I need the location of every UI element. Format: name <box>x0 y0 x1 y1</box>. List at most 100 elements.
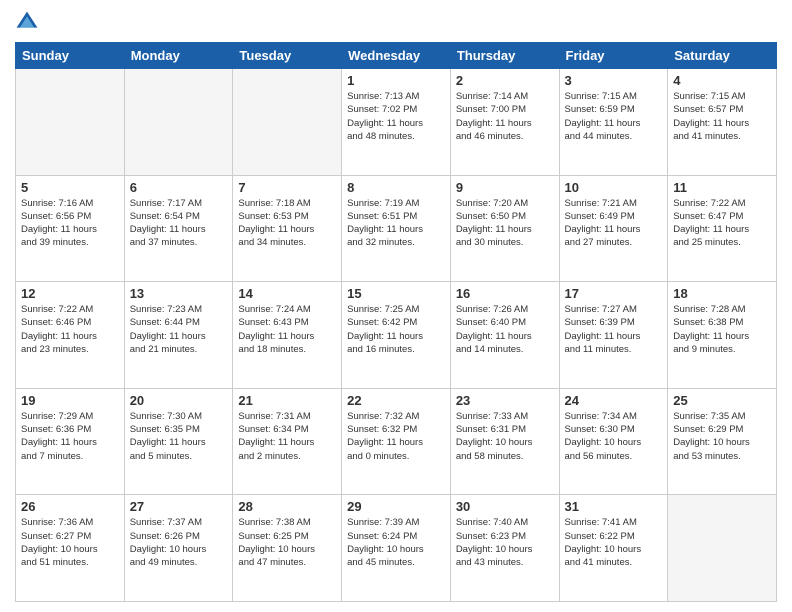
calendar-header-saturday: Saturday <box>668 43 777 69</box>
calendar-cell: 17 Sunrise: 7:27 AM Sunset: 6:39 PM Dayli… <box>559 282 668 389</box>
calendar-cell: 15Sunrise: 7:25 AM Sunset: 6:42 PM Dayli… <box>342 282 451 389</box>
day-number: 1 <box>347 73 445 88</box>
day-info: Sunrise: 7:26 AM Sunset: 6:40 PM Dayligh… <box>456 303 554 356</box>
page: SundayMondayTuesdayWednesdayThursdayFrid… <box>0 0 792 612</box>
week-row-1: 5 Sunrise: 7:16 AM Sunset: 6:56 PM Daylig… <box>16 175 777 282</box>
calendar-cell: 28 Sunrise: 7:38 AM Sunset: 6:25 PM Dayli… <box>233 495 342 602</box>
calendar-header-wednesday: Wednesday <box>342 43 451 69</box>
day-number: 25 <box>673 393 771 408</box>
calendar-cell: 13 Sunrise: 7:23 AM Sunset: 6:44 PM Dayli… <box>124 282 233 389</box>
day-info: Sunrise: 7:35 AM Sunset: 6:29 PM Dayligh… <box>673 410 771 463</box>
calendar-cell: 4 Sunrise: 7:15 AM Sunset: 6:57 PM Daylig… <box>668 69 777 176</box>
day-info: Sunrise: 7:15 AM Sunset: 6:59 PM Dayligh… <box>565 90 663 143</box>
day-number: 14 <box>238 286 336 301</box>
week-row-3: 19 Sunrise: 7:29 AM Sunset: 6:36 PM Dayli… <box>16 388 777 495</box>
calendar-cell: 19 Sunrise: 7:29 AM Sunset: 6:36 PM Dayli… <box>16 388 125 495</box>
day-number: 4 <box>673 73 771 88</box>
day-info: Sunrise: 7:33 AM Sunset: 6:31 PM Dayligh… <box>456 410 554 463</box>
calendar-header-monday: Monday <box>124 43 233 69</box>
logo <box>15 10 43 34</box>
day-info: Sunrise: 7:31 AM Sunset: 6:34 PM Dayligh… <box>238 410 336 463</box>
day-info: Sunrise: 7:38 AM Sunset: 6:25 PM Dayligh… <box>238 516 336 569</box>
calendar-cell: 22Sunrise: 7:32 AM Sunset: 6:32 PM Dayli… <box>342 388 451 495</box>
day-number: 8 <box>347 180 445 195</box>
day-info: Sunrise: 7:34 AM Sunset: 6:30 PM Dayligh… <box>565 410 663 463</box>
calendar-cell: 8 Sunrise: 7:19 AM Sunset: 6:51 PM Daylig… <box>342 175 451 282</box>
calendar-header-sunday: Sunday <box>16 43 125 69</box>
calendar-cell: 3 Sunrise: 7:15 AM Sunset: 6:59 PM Daylig… <box>559 69 668 176</box>
day-info: Sunrise: 7:21 AM Sunset: 6:49 PM Dayligh… <box>565 197 663 250</box>
day-number: 22 <box>347 393 445 408</box>
day-info: Sunrise: 7:37 AM Sunset: 6:26 PM Dayligh… <box>130 516 228 569</box>
day-info: Sunrise: 7:14 AM Sunset: 7:00 PM Dayligh… <box>456 90 554 143</box>
calendar-cell: 26Sunrise: 7:36 AM Sunset: 6:27 PM Dayli… <box>16 495 125 602</box>
calendar-cell: 24 Sunrise: 7:34 AM Sunset: 6:30 PM Dayli… <box>559 388 668 495</box>
day-number: 30 <box>456 499 554 514</box>
day-info: Sunrise: 7:22 AM Sunset: 6:47 PM Dayligh… <box>673 197 771 250</box>
day-number: 17 <box>565 286 663 301</box>
calendar-header-tuesday: Tuesday <box>233 43 342 69</box>
day-number: 18 <box>673 286 771 301</box>
day-info: Sunrise: 7:28 AM Sunset: 6:38 PM Dayligh… <box>673 303 771 356</box>
calendar-cell: 2Sunrise: 7:14 AM Sunset: 7:00 PM Daylig… <box>450 69 559 176</box>
calendar-cell: 10Sunrise: 7:21 AM Sunset: 6:49 PM Dayli… <box>559 175 668 282</box>
calendar-cell: 11Sunrise: 7:22 AM Sunset: 6:47 PM Dayli… <box>668 175 777 282</box>
day-info: Sunrise: 7:18 AM Sunset: 6:53 PM Dayligh… <box>238 197 336 250</box>
calendar-header-thursday: Thursday <box>450 43 559 69</box>
calendar-cell: 25 Sunrise: 7:35 AM Sunset: 6:29 PM Dayli… <box>668 388 777 495</box>
day-number: 23 <box>456 393 554 408</box>
day-info: Sunrise: 7:22 AM Sunset: 6:46 PM Dayligh… <box>21 303 119 356</box>
day-info: Sunrise: 7:30 AM Sunset: 6:35 PM Dayligh… <box>130 410 228 463</box>
calendar-cell <box>124 69 233 176</box>
day-number: 28 <box>238 499 336 514</box>
week-row-2: 12 Sunrise: 7:22 AM Sunset: 6:46 PM Dayli… <box>16 282 777 389</box>
calendar-table: SundayMondayTuesdayWednesdayThursdayFrid… <box>15 42 777 602</box>
calendar-cell: 29 Sunrise: 7:39 AM Sunset: 6:24 PM Dayli… <box>342 495 451 602</box>
day-number: 9 <box>456 180 554 195</box>
calendar-cell: 20Sunrise: 7:30 AM Sunset: 6:35 PM Dayli… <box>124 388 233 495</box>
day-info: Sunrise: 7:24 AM Sunset: 6:43 PM Dayligh… <box>238 303 336 356</box>
calendar-cell: 30Sunrise: 7:40 AM Sunset: 6:23 PM Dayli… <box>450 495 559 602</box>
calendar-cell: 14 Sunrise: 7:24 AM Sunset: 6:43 PM Dayli… <box>233 282 342 389</box>
calendar-cell: 1Sunrise: 7:13 AM Sunset: 7:02 PM Daylig… <box>342 69 451 176</box>
day-number: 19 <box>21 393 119 408</box>
calendar-cell <box>233 69 342 176</box>
day-info: Sunrise: 7:15 AM Sunset: 6:57 PM Dayligh… <box>673 90 771 143</box>
calendar-cell <box>16 69 125 176</box>
day-number: 5 <box>21 180 119 195</box>
day-info: Sunrise: 7:16 AM Sunset: 6:56 PM Dayligh… <box>21 197 119 250</box>
calendar-cell: 5 Sunrise: 7:16 AM Sunset: 6:56 PM Daylig… <box>16 175 125 282</box>
header <box>15 10 777 34</box>
day-info: Sunrise: 7:29 AM Sunset: 6:36 PM Dayligh… <box>21 410 119 463</box>
day-info: Sunrise: 7:25 AM Sunset: 6:42 PM Dayligh… <box>347 303 445 356</box>
day-info: Sunrise: 7:17 AM Sunset: 6:54 PM Dayligh… <box>130 197 228 250</box>
calendar-header-friday: Friday <box>559 43 668 69</box>
day-number: 3 <box>565 73 663 88</box>
calendar-cell: 6 Sunrise: 7:17 AM Sunset: 6:54 PM Daylig… <box>124 175 233 282</box>
day-number: 16 <box>456 286 554 301</box>
day-number: 21 <box>238 393 336 408</box>
logo-icon <box>15 10 39 34</box>
day-number: 13 <box>130 286 228 301</box>
calendar-cell: 7 Sunrise: 7:18 AM Sunset: 6:53 PM Daylig… <box>233 175 342 282</box>
calendar-cell <box>668 495 777 602</box>
day-number: 12 <box>21 286 119 301</box>
day-info: Sunrise: 7:19 AM Sunset: 6:51 PM Dayligh… <box>347 197 445 250</box>
calendar-cell: 27 Sunrise: 7:37 AM Sunset: 6:26 PM Dayli… <box>124 495 233 602</box>
day-info: Sunrise: 7:36 AM Sunset: 6:27 PM Dayligh… <box>21 516 119 569</box>
week-row-4: 26Sunrise: 7:36 AM Sunset: 6:27 PM Dayli… <box>16 495 777 602</box>
week-row-0: 1Sunrise: 7:13 AM Sunset: 7:02 PM Daylig… <box>16 69 777 176</box>
day-info: Sunrise: 7:41 AM Sunset: 6:22 PM Dayligh… <box>565 516 663 569</box>
calendar-cell: 12 Sunrise: 7:22 AM Sunset: 6:46 PM Dayli… <box>16 282 125 389</box>
day-info: Sunrise: 7:39 AM Sunset: 6:24 PM Dayligh… <box>347 516 445 569</box>
calendar-cell: 21 Sunrise: 7:31 AM Sunset: 6:34 PM Dayli… <box>233 388 342 495</box>
day-number: 7 <box>238 180 336 195</box>
day-info: Sunrise: 7:23 AM Sunset: 6:44 PM Dayligh… <box>130 303 228 356</box>
day-number: 31 <box>565 499 663 514</box>
calendar-cell: 23 Sunrise: 7:33 AM Sunset: 6:31 PM Dayli… <box>450 388 559 495</box>
day-number: 29 <box>347 499 445 514</box>
day-number: 6 <box>130 180 228 195</box>
day-info: Sunrise: 7:27 AM Sunset: 6:39 PM Dayligh… <box>565 303 663 356</box>
day-number: 27 <box>130 499 228 514</box>
day-number: 24 <box>565 393 663 408</box>
